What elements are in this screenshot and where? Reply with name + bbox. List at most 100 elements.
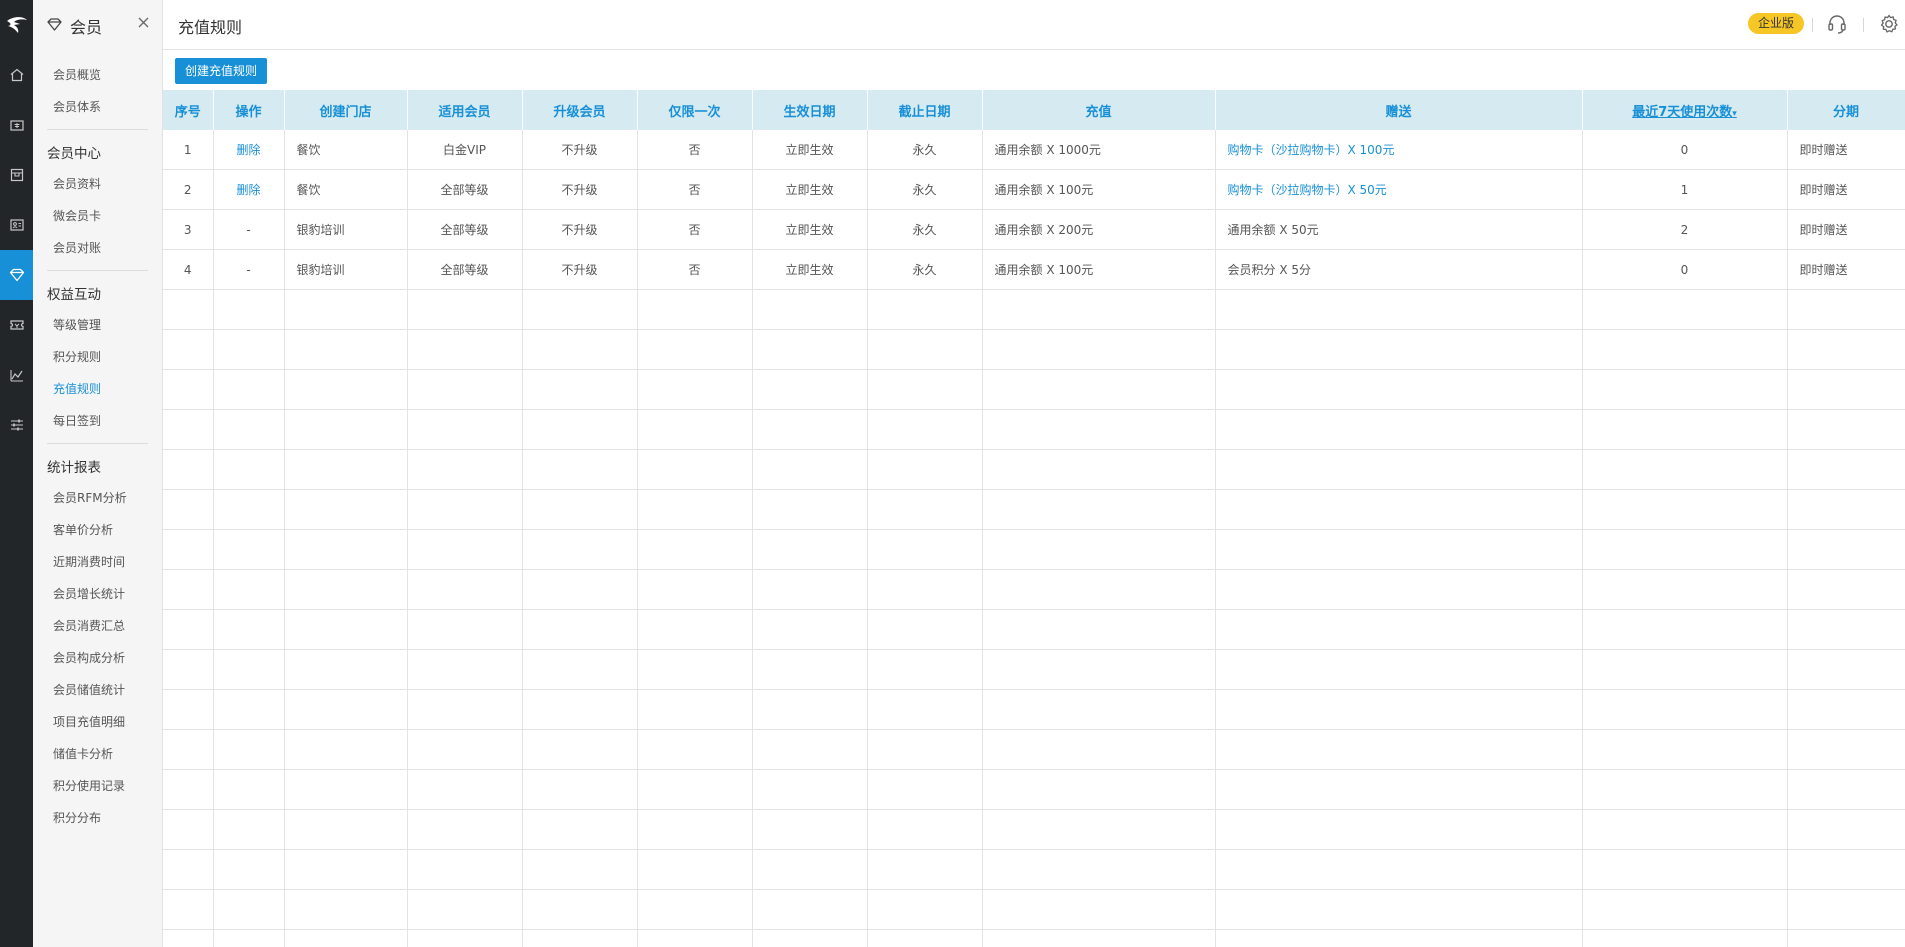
sidebar-item-report[interactable]: 积分使用记录 — [33, 770, 162, 802]
col-header-start-date: 生效日期 — [752, 90, 868, 130]
empty-table-row — [163, 649, 1905, 690]
empty-cell — [867, 649, 983, 690]
headset-icon[interactable] — [1826, 13, 1848, 38]
col-header-recent-7-day-uses[interactable]: 最近7天使用次数▾ — [1582, 90, 1788, 130]
empty-cell — [867, 569, 983, 610]
sidebar-item-report[interactable]: 项目充值明细 — [33, 706, 162, 738]
sidebar-item-recharge-rules[interactable]: 充值规则 — [33, 373, 162, 405]
empty-cell — [284, 609, 408, 650]
coupon-icon — [9, 317, 25, 333]
sidebar-item-report[interactable]: 会员增长统计 — [33, 578, 162, 610]
cell-installment: 即时赠送 — [1787, 209, 1905, 250]
sidebar-item-report[interactable]: 储值卡分析 — [33, 738, 162, 770]
sidebar-item-report[interactable]: 会员构成分析 — [33, 642, 162, 674]
cell-gift[interactable]: 购物卡（沙拉购物卡）X 50元 — [1215, 169, 1583, 210]
empty-cell — [1215, 849, 1583, 890]
empty-cell — [1582, 889, 1788, 930]
empty-cell — [637, 329, 753, 370]
empty-cell — [1582, 649, 1788, 690]
empty-cell — [867, 929, 983, 947]
col-header-action: 操作 — [213, 90, 285, 130]
rail-item-goods[interactable] — [0, 150, 33, 200]
cell-recharge: 通用余额 X 100元 — [982, 249, 1216, 290]
empty-cell — [637, 529, 753, 570]
rail-item-settings-sliders[interactable] — [0, 400, 33, 450]
cell-end: 永久 — [867, 169, 983, 210]
empty-cell — [407, 769, 523, 810]
col-header-gift: 赠送 — [1215, 90, 1583, 130]
empty-cell — [1582, 329, 1788, 370]
empty-cell — [752, 729, 868, 770]
sidebar-item-report[interactable]: 会员RFM分析 — [33, 482, 162, 514]
recharge-rules-table: 序号 操作 创建门店 适用会员 升级会员 仅限一次 生效日期 截止日期 充值 赠… — [163, 90, 1905, 947]
empty-cell — [1787, 529, 1905, 570]
empty-cell — [163, 769, 214, 810]
rail-item-diamond[interactable] — [0, 250, 33, 300]
sidebar-item-points-rules[interactable]: 积分规则 — [33, 341, 162, 373]
sidebar-item-report[interactable]: 近期消费时间 — [33, 546, 162, 578]
empty-cell — [522, 849, 638, 890]
sidebar-item-member-profile[interactable]: 会员资料 — [33, 168, 162, 200]
empty-table-row — [163, 409, 1905, 450]
sidebar-item-report[interactable]: 客单价分析 — [33, 514, 162, 546]
sidebar-item-overview[interactable]: 会员概览 — [33, 59, 162, 91]
col-header-recent-7-day-uses-label: 最近7天使用次数 — [1632, 104, 1733, 120]
empty-cell — [522, 569, 638, 610]
empty-cell — [284, 489, 408, 530]
rail-item-member-card[interactable] — [0, 200, 33, 250]
sidebar-item-daily-checkin[interactable]: 每日签到 — [33, 405, 162, 437]
empty-cell — [1787, 649, 1905, 690]
empty-cell — [284, 449, 408, 490]
empty-cell — [982, 809, 1216, 850]
empty-table-row — [163, 369, 1905, 410]
empty-cell — [982, 929, 1216, 947]
empty-cell — [752, 689, 868, 730]
rail-item-home[interactable] — [0, 50, 33, 100]
empty-cell — [1582, 409, 1788, 450]
gear-icon[interactable] — [1878, 13, 1900, 38]
empty-cell — [407, 649, 523, 690]
cell-upgrade: 不升级 — [522, 249, 638, 290]
empty-cell — [407, 449, 523, 490]
empty-cell — [1215, 689, 1583, 730]
sidebar-item-wechat-card[interactable]: 微会员卡 — [33, 200, 162, 232]
empty-cell — [1582, 449, 1788, 490]
cell-gift[interactable]: 购物卡（沙拉购物卡）X 100元 — [1215, 130, 1583, 170]
create-recharge-rule-button[interactable]: 创建充值规则 — [175, 58, 267, 84]
empty-cell — [752, 329, 868, 370]
divider — [47, 443, 148, 444]
empty-cell — [637, 889, 753, 930]
cell-op[interactable]: 删除 — [213, 169, 285, 210]
cell-store: 银豹培训 — [284, 209, 408, 250]
col-header-once-only: 仅限一次 — [637, 90, 753, 130]
empty-cell — [407, 929, 523, 947]
sidebar-item-level-management[interactable]: 等级管理 — [33, 309, 162, 341]
home-icon — [9, 67, 25, 83]
top-bar: 充值规则 企业版 — [163, 0, 1905, 50]
sidebar-item-member-system[interactable]: 会员体系 — [33, 91, 162, 123]
empty-cell — [982, 529, 1216, 570]
empty-cell — [637, 489, 753, 530]
sidebar-item-report[interactable]: 积分分布 — [33, 802, 162, 834]
cell-op[interactable]: 删除 — [213, 130, 285, 170]
empty-cell — [637, 809, 753, 850]
empty-cell — [867, 369, 983, 410]
empty-cell — [1787, 369, 1905, 410]
empty-cell — [1787, 409, 1905, 450]
empty-cell — [407, 609, 523, 650]
rail-item-cashier[interactable] — [0, 100, 33, 150]
empty-cell — [752, 369, 868, 410]
logo-icon[interactable] — [0, 0, 33, 50]
cell-op: - — [213, 249, 285, 290]
empty-cell — [1787, 329, 1905, 370]
rail-item-chart[interactable] — [0, 350, 33, 400]
empty-cell — [284, 369, 408, 410]
sidebar-item-report[interactable]: 会员消费汇总 — [33, 610, 162, 642]
sidebar-item-report[interactable]: 会员储值统计 — [33, 674, 162, 706]
sidebar-item-member-reconciliation[interactable]: 会员对账 — [33, 232, 162, 264]
close-icon[interactable] — [137, 16, 150, 32]
cell-store: 银豹培训 — [284, 249, 408, 290]
empty-cell — [1215, 809, 1583, 850]
rail-item-coupon[interactable] — [0, 300, 33, 350]
empty-cell — [637, 289, 753, 330]
